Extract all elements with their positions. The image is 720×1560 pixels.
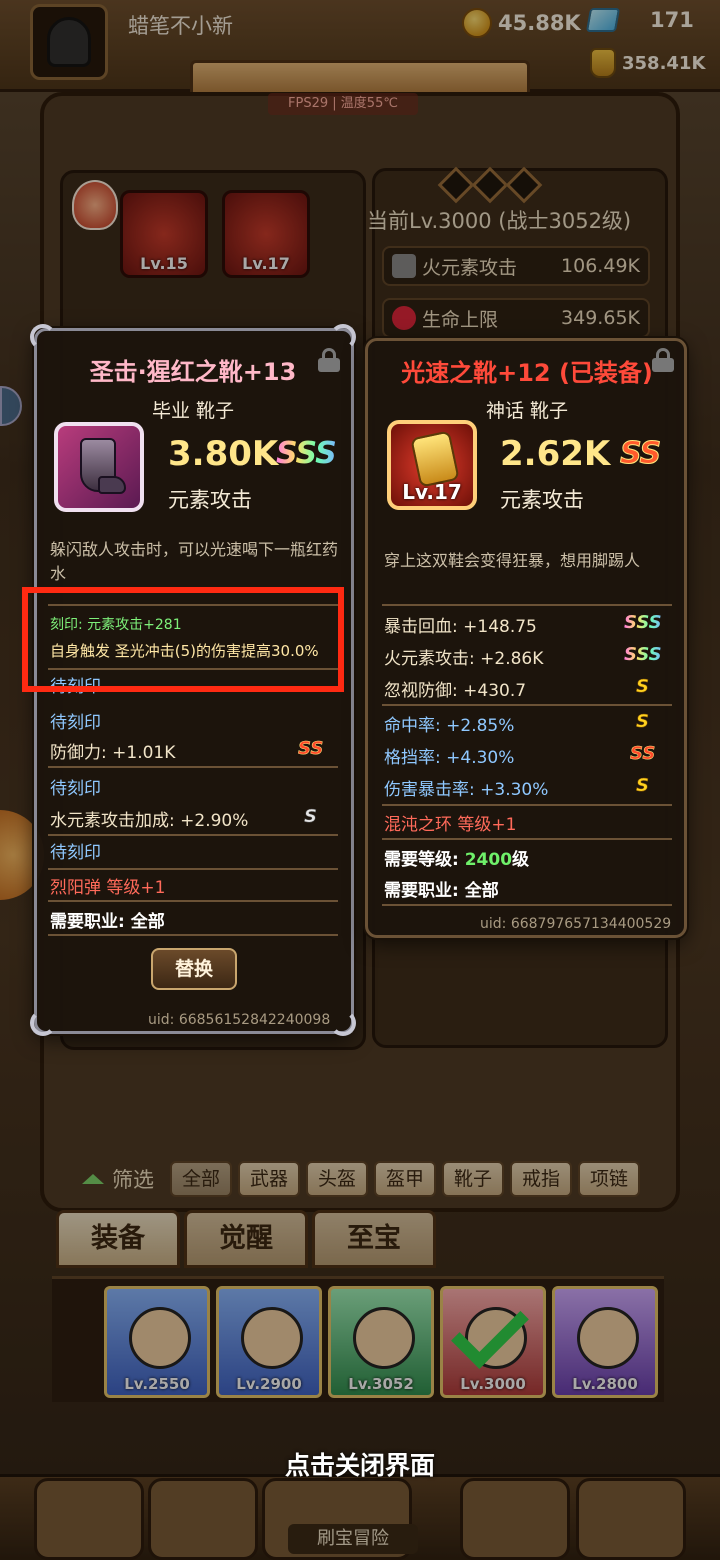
stat-hit-rate: 命中率: +2.85%: [384, 716, 515, 736]
divider: [382, 904, 672, 906]
item-rank: SS: [619, 436, 661, 472]
divider: [48, 834, 338, 836]
item-subtitle: 毕业 靴子: [151, 400, 235, 422]
level-req-suffix: 级: [512, 850, 530, 870]
pending-engrave: 待刻印: [50, 779, 101, 799]
level-req-prefix: 需要等级:: [384, 850, 465, 870]
skill-bonus: 混沌之环 等级+1: [384, 815, 517, 835]
golden-boot-icon: Lv.17: [387, 420, 477, 510]
item-level: Lv.17: [402, 480, 462, 504]
item-power: 3.80K: [168, 434, 279, 474]
replace-button[interactable]: 替换: [151, 948, 237, 990]
job-requirement: 需要职业: 全部: [50, 912, 165, 932]
corner-ornament: [330, 1010, 356, 1036]
stat-rank-badge: S: [636, 711, 649, 733]
item-power: 2.62K: [500, 434, 611, 474]
divider: [382, 838, 672, 840]
item-rank: SSS: [276, 436, 337, 471]
stat-rank-badge: SS: [630, 743, 656, 765]
stat-rank-badge: SS: [298, 738, 324, 760]
item-subtitle: 神话 靴子: [485, 400, 569, 422]
stat-rank-badge: S: [304, 806, 317, 828]
item-uid: uid: 66856152842240098: [148, 1012, 331, 1028]
divider: [382, 704, 672, 706]
divider: [48, 900, 338, 902]
level-requirement: 需要等级: 2400级: [384, 845, 529, 870]
level-req-value: 2400: [464, 850, 513, 870]
divider: [48, 934, 338, 936]
item-title: 圣击·猩红之靴+13: [89, 358, 297, 386]
job-requirement: 需要职业: 全部: [384, 881, 499, 901]
divider: [48, 766, 338, 768]
item-power-type: 元素攻击: [168, 488, 252, 512]
divider: [48, 868, 338, 870]
stat-rank-badge: S: [636, 775, 649, 797]
divider: [382, 804, 672, 806]
item-title: 光速之靴+12 (已装备): [401, 359, 653, 387]
pending-engrave: 待刻印: [50, 713, 101, 733]
stat-fire-attack: 火元素攻击: +2.86K: [384, 649, 544, 669]
corner-ornament: [30, 1010, 56, 1036]
stat-ignore-defense: 忽视防御: +430.7: [384, 681, 527, 701]
engrave-highlight-box: [22, 587, 344, 692]
stat-water-attack: 水元素攻击加成: +2.90%: [50, 811, 249, 831]
corner-ornament: [30, 324, 56, 350]
item-description: 穿上这双鞋会变得狂暴，想用脚踢人: [384, 551, 641, 570]
item-uid: uid: 668797657134400529: [480, 916, 672, 932]
corner-ornament: [330, 324, 356, 350]
close-hint[interactable]: 点击关闭界面: [0, 1446, 720, 1482]
item-power-type: 元素攻击: [500, 488, 584, 512]
item-description: 躲闪敌人攻击时，可以光速喝下一瓶红药水: [50, 540, 339, 583]
stat-rank-badge: SSS: [624, 644, 662, 665]
stat-rank-badge: S: [636, 676, 649, 698]
pending-engrave: 待刻印: [50, 843, 101, 863]
skill-bonus: 烈阳弹 等级+1: [50, 878, 166, 898]
stat-rank-badge: SSS: [624, 612, 662, 633]
divider: [382, 604, 672, 606]
stat-crit-rate: 伤害暴击率: +3.30%: [384, 780, 549, 800]
stat-defense: 防御力: +1.01K: [50, 743, 176, 763]
boot-item-icon: [54, 422, 144, 512]
stat-crit-heal: 暴击回血: +148.75: [384, 617, 537, 637]
stat-block-rate: 格挡率: +4.30%: [384, 748, 515, 768]
